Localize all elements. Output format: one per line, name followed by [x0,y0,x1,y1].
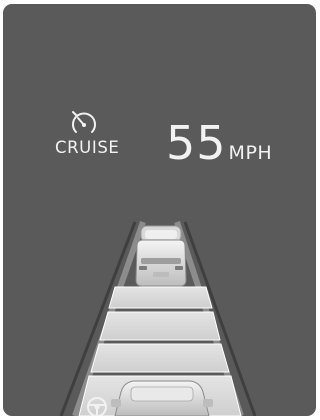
own-car-icon [111,380,213,416]
speed-value: 55 [166,116,227,170]
cluster-display: CRUISE 55 MPH [3,4,316,416]
lead-car-icon [135,225,187,287]
road-scene [59,221,257,416]
speed-unit: MPH [228,142,273,164]
distance-bar-3 [90,343,230,373]
distance-bar-2 [99,311,221,341]
speedometer-icon [72,111,96,133]
set-speed: 55 MPH [166,120,272,166]
cruise-label: CRUISE [55,138,120,157]
distance-bar-1 [108,286,213,309]
cruise-indicator: CRUISE [55,108,120,157]
